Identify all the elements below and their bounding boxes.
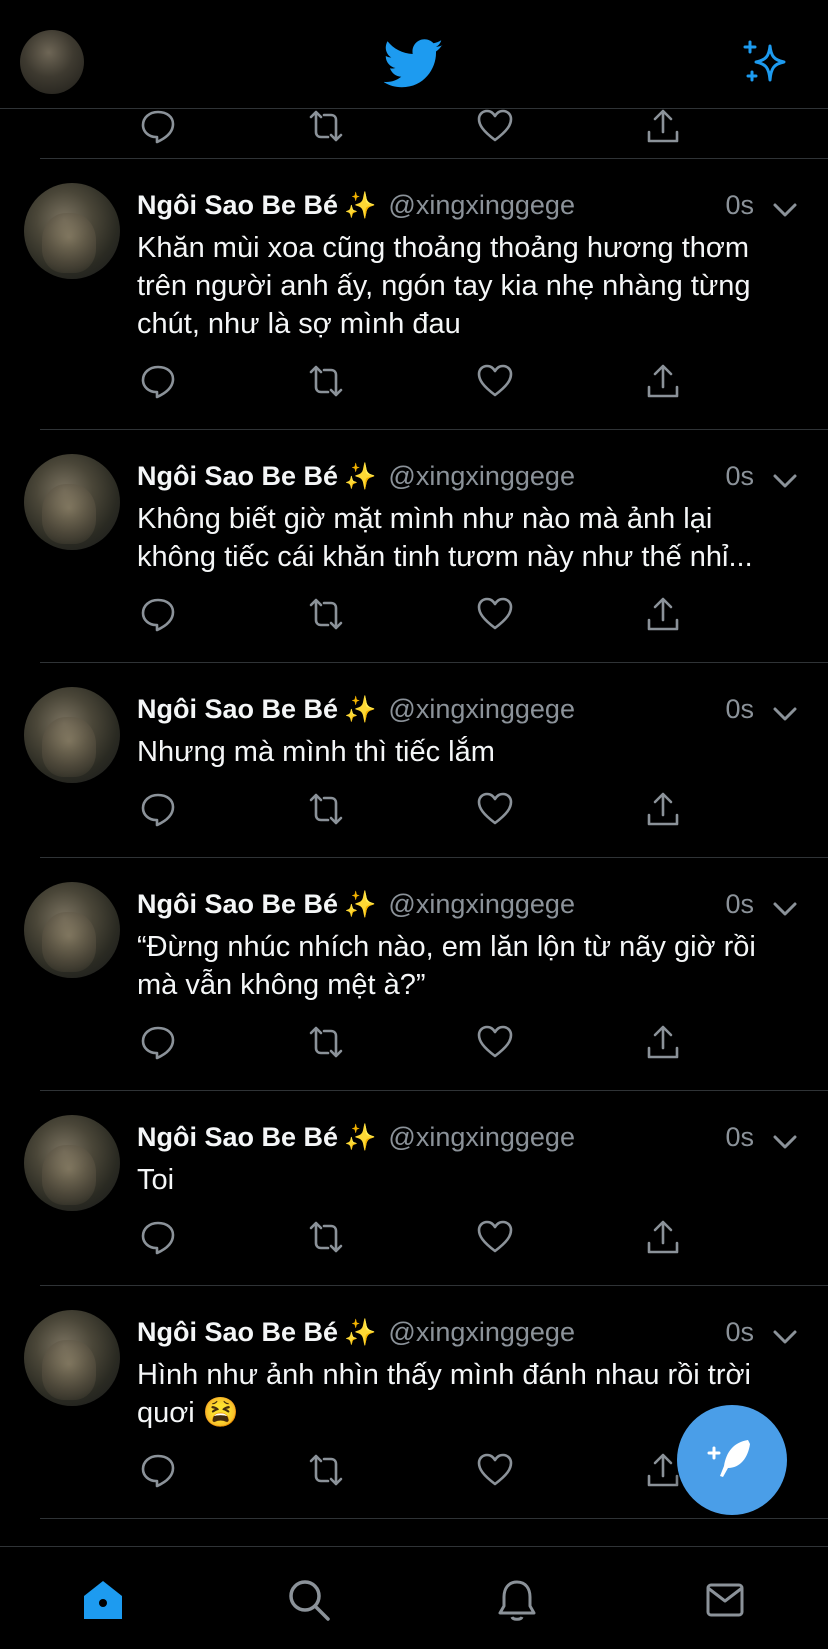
- like-icon[interactable]: [477, 363, 513, 399]
- timeline: Ngôi Sao Be Bé ✨ @xingxinggege 0s Khăn mùi x…: [0, 108, 828, 1519]
- avatar[interactable]: [24, 1310, 120, 1406]
- profile-avatar[interactable]: [20, 30, 84, 94]
- retweet-icon[interactable]: [308, 1219, 344, 1255]
- tweet-actions: [137, 343, 828, 429]
- tweet[interactable]: Ngôi Sao Be Bé ✨ @xingxinggege 0s Không biết…: [24, 430, 828, 663]
- compose-tweet-icon: [707, 1440, 750, 1477]
- retweet-icon[interactable]: [308, 1024, 344, 1060]
- tweet-text: Nhưng mà mình thì tiếc lắm: [137, 736, 495, 768]
- avatar[interactable]: [24, 687, 120, 783]
- bottom-tab-bar: [0, 1546, 828, 1649]
- avatar[interactable]: [24, 454, 120, 550]
- retweet-icon[interactable]: [308, 1452, 344, 1488]
- reply-icon[interactable]: [140, 108, 176, 144]
- like-icon[interactable]: [477, 108, 513, 144]
- reply-icon[interactable]: [140, 596, 176, 632]
- tweet[interactable]: Ngôi Sao Be Bé ✨ @xingxinggege 0s Khăn mùi x…: [24, 159, 828, 430]
- tweet-actions: [137, 576, 828, 662]
- share-icon[interactable]: [645, 1219, 681, 1255]
- compose-tweet-button[interactable]: [677, 1405, 787, 1515]
- tweet-text: Toi: [137, 1164, 175, 1196]
- search-icon[interactable]: [286, 1577, 332, 1623]
- tweet-text: “Đừng nhúc nhích nào, em lăn lộn từ nãy …: [137, 931, 756, 1001]
- tweet-text: Không biết giờ mặt mình như nào mà ảnh l…: [137, 503, 753, 573]
- avatar[interactable]: [24, 1115, 120, 1211]
- share-icon[interactable]: [645, 363, 681, 399]
- tweet-actions: [137, 1004, 828, 1090]
- like-icon[interactable]: [477, 791, 513, 827]
- messages-icon[interactable]: [702, 1577, 748, 1623]
- sparkle-icon[interactable]: [740, 38, 792, 90]
- share-icon[interactable]: [645, 108, 681, 144]
- avatar[interactable]: [24, 882, 120, 978]
- tweet-actions: [137, 1199, 828, 1285]
- retweet-icon[interactable]: [308, 596, 344, 632]
- tweet[interactable]: Ngôi Sao Be Bé ✨ @xingxinggege 0s “Đừng nhúc…: [24, 858, 828, 1091]
- tweet-actions: [137, 771, 828, 857]
- home-icon[interactable]: [80, 1577, 126, 1623]
- like-icon[interactable]: [477, 596, 513, 632]
- reply-icon[interactable]: [140, 1219, 176, 1255]
- share-icon[interactable]: [645, 596, 681, 632]
- retweet-icon[interactable]: [308, 363, 344, 399]
- tweet-text: Khăn mùi xoa cũng thoảng thoảng hương th…: [137, 232, 751, 340]
- avatar[interactable]: [24, 183, 120, 279]
- tweet-text: Hình như ảnh nhìn thấy mình đánh nhau rồ…: [137, 1359, 751, 1429]
- tweet[interactable]: Ngôi Sao Be Bé ✨ @xingxinggege 0s Nhưng mà m…: [24, 663, 828, 858]
- share-icon[interactable]: [645, 1452, 681, 1488]
- reply-icon[interactable]: [140, 791, 176, 827]
- reply-icon[interactable]: [140, 1024, 176, 1060]
- like-icon[interactable]: [477, 1452, 513, 1488]
- top-bar: [0, 0, 828, 109]
- notifications-icon[interactable]: [494, 1577, 540, 1623]
- reply-icon[interactable]: [140, 1452, 176, 1488]
- retweet-icon[interactable]: [308, 108, 344, 144]
- reply-icon[interactable]: [140, 363, 176, 399]
- twitter-bird-icon: [383, 38, 444, 90]
- share-icon[interactable]: [645, 791, 681, 827]
- share-icon[interactable]: [645, 1024, 681, 1060]
- like-icon[interactable]: [477, 1219, 513, 1255]
- like-icon[interactable]: [477, 1024, 513, 1060]
- tweet[interactable]: Ngôi Sao Be Bé ✨ @xingxinggege 0s Toi: [24, 1091, 828, 1286]
- retweet-icon[interactable]: [308, 791, 344, 827]
- tweet-actions-partial: [40, 108, 828, 159]
